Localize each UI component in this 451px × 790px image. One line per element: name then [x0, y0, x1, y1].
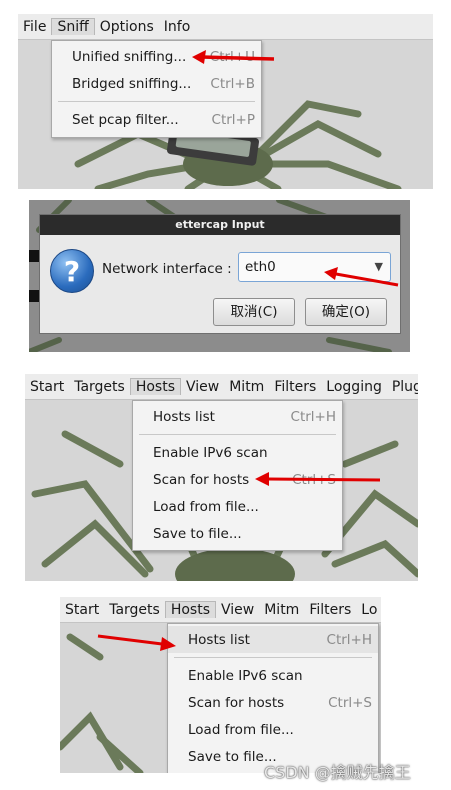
menu-item-enable-ipv6-scan[interactable]: Enable IPv6 scan: [133, 439, 342, 466]
hosts-dropdown: Hosts list Ctrl+H Enable IPv6 scan Scan f…: [167, 623, 379, 773]
menu-view[interactable]: View: [181, 379, 224, 395]
menu-separator: [58, 101, 255, 102]
question-icon: ?: [50, 249, 94, 293]
red-annotation-arrow: [97, 634, 176, 651]
menubar: Start Targets Hosts View Mitm Filters Lo…: [25, 374, 418, 400]
menu-start[interactable]: Start: [25, 379, 69, 395]
menu-targets[interactable]: Targets: [104, 602, 165, 618]
menu-item-save-to-file[interactable]: Save to file...: [133, 520, 342, 547]
menu-logging[interactable]: Lo: [356, 602, 381, 618]
menu-logging[interactable]: Logging: [321, 379, 387, 395]
menu-item-enable-ipv6-scan[interactable]: Enable IPv6 scan: [168, 662, 378, 689]
watermark: CSDN @擒贼先擒王: [264, 763, 411, 782]
menu-separator: [174, 657, 372, 658]
menu-hosts[interactable]: Hosts: [129, 378, 181, 395]
menu-item-scan-for-hosts[interactable]: Scan for hosts Ctrl+S: [168, 689, 378, 716]
dialog-title: ettercap Input: [40, 215, 400, 235]
menu-options[interactable]: Options: [95, 19, 159, 35]
screenshot-hosts-list: Start Targets Hosts View Mitm Filters Lo…: [60, 597, 381, 773]
menubar: File Sniff Options Info: [18, 14, 433, 40]
menu-item-set-pcap-filter[interactable]: Set pcap filter... Ctrl+P: [52, 106, 261, 133]
menu-plugins[interactable]: Plug: [387, 379, 418, 395]
menu-file[interactable]: File: [18, 19, 51, 35]
menu-mitm[interactable]: Mitm: [259, 602, 304, 618]
menu-item-load-from-file[interactable]: Load from file...: [168, 716, 378, 743]
menu-mitm[interactable]: Mitm: [224, 379, 269, 395]
menubar: Start Targets Hosts View Mitm Filters Lo: [60, 597, 381, 623]
menu-filters[interactable]: Filters: [304, 602, 356, 618]
menu-separator: [139, 434, 336, 435]
ok-button[interactable]: 确定(O): [305, 298, 387, 326]
menu-start[interactable]: Start: [60, 602, 104, 618]
menu-item-bridged-sniffing[interactable]: Bridged sniffing... Ctrl+B: [52, 70, 261, 97]
red-annotation-arrow: [192, 50, 275, 64]
menu-targets[interactable]: Targets: [69, 379, 130, 395]
menu-item-hosts-list[interactable]: Hosts list Ctrl+H: [133, 403, 342, 430]
network-interface-label: Network interface :: [102, 261, 232, 277]
red-annotation-arrow: [255, 472, 381, 486]
menu-filters[interactable]: Filters: [269, 379, 321, 395]
red-annotation-arrow: [324, 267, 399, 287]
menu-item-hosts-list[interactable]: Hosts list Ctrl+H: [168, 626, 378, 653]
menu-item-load-from-file[interactable]: Load from file...: [133, 493, 342, 520]
menu-sniff[interactable]: Sniff: [51, 18, 95, 35]
menu-view[interactable]: View: [216, 602, 259, 618]
menu-info[interactable]: Info: [159, 19, 196, 35]
cancel-button[interactable]: 取消(C): [213, 298, 295, 326]
interface-value: eth0: [245, 259, 276, 275]
menu-hosts[interactable]: Hosts: [164, 601, 216, 618]
screenshot-sniff-menu: File Sniff Options Info Unified sniffing…: [18, 14, 433, 189]
